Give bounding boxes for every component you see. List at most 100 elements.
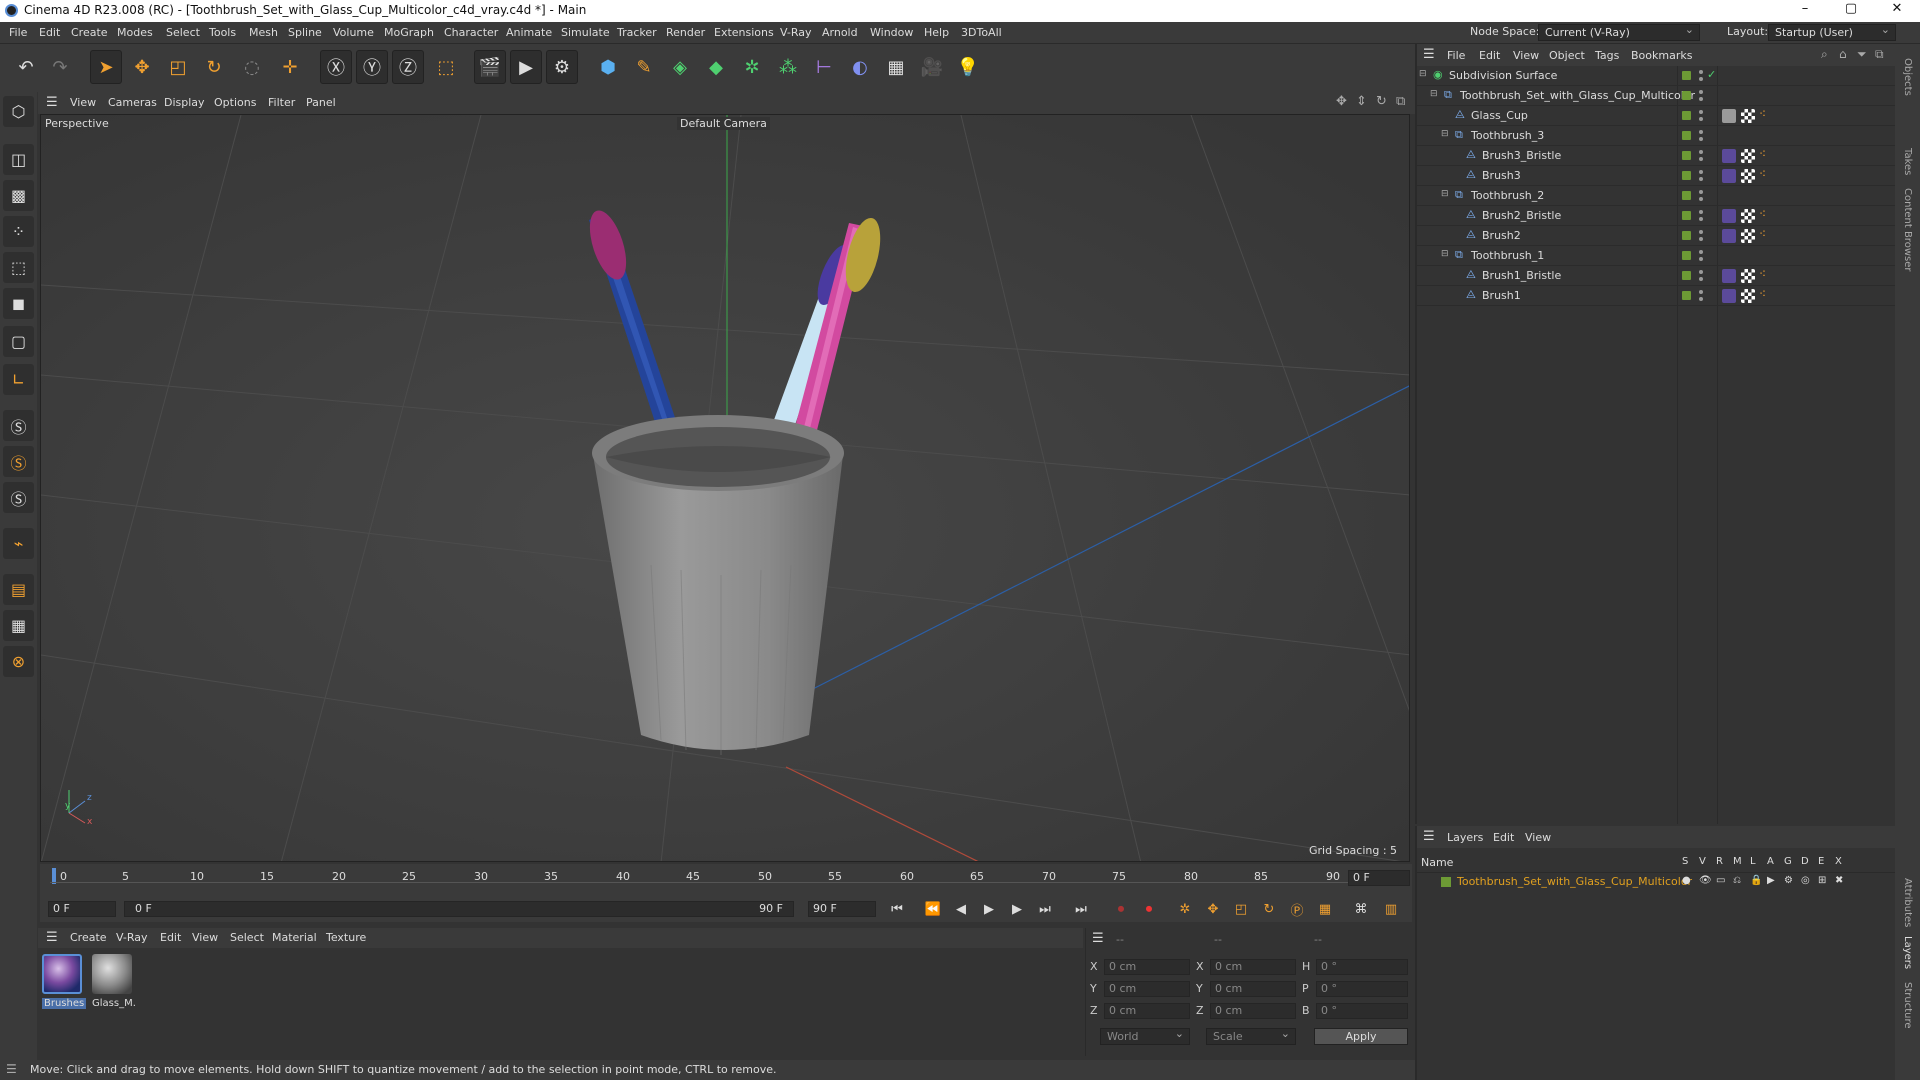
close-button[interactable]: ✕ xyxy=(1874,1,1920,21)
menu-spline[interactable]: Spline xyxy=(288,26,322,39)
next-frame-icon[interactable]: ▶ xyxy=(1006,898,1028,920)
pen-spline-icon[interactable]: ✎ xyxy=(628,50,660,84)
menu-arnold[interactable]: Arnold xyxy=(822,26,858,39)
om-home-icon[interactable]: ⌂ xyxy=(1839,47,1847,61)
om-menu-tags[interactable]: Tags xyxy=(1595,49,1619,62)
coord-pos-x-field[interactable]: 0 cm xyxy=(1104,959,1190,975)
layer-column-a[interactable]: A xyxy=(1767,856,1774,867)
editor-visibility-dot[interactable] xyxy=(1699,290,1703,294)
editor-visibility-dot[interactable] xyxy=(1699,210,1703,214)
key-position-icon[interactable]: ✥ xyxy=(1202,898,1224,920)
menu-tools[interactable]: Tools xyxy=(209,26,236,39)
editor-visibility-dot[interactable] xyxy=(1699,270,1703,274)
object-row[interactable]: ⨺ Brush1 ⁖ xyxy=(1417,286,1897,306)
editor-visibility-dot[interactable] xyxy=(1699,150,1703,154)
cloner-icon[interactable]: ✲ xyxy=(736,50,768,84)
object-row[interactable]: ⊟ ◉ Subdivision Surface ✓ xyxy=(1417,66,1897,86)
material-tag-icon[interactable] xyxy=(1722,169,1736,183)
menu-mesh[interactable]: Mesh xyxy=(249,26,278,39)
object-name[interactable]: Brush1_Bristle xyxy=(1482,269,1561,282)
expand-toggle-icon[interactable]: ⊟ xyxy=(1441,249,1449,259)
axis-z-icon[interactable]: Ⓩ xyxy=(392,50,424,84)
generators-icon[interactable]: ⚙ xyxy=(1784,875,1793,886)
layer-color-swatch[interactable] xyxy=(1441,877,1451,887)
selection-tag-icon[interactable]: ⁖ xyxy=(1759,287,1766,301)
subdivision-icon[interactable]: ◈ xyxy=(664,50,696,84)
axis-y-icon[interactable]: Ⓨ xyxy=(356,50,388,84)
layer-column-d[interactable]: D xyxy=(1801,856,1809,867)
material-glass[interactable] xyxy=(92,954,132,994)
viewport-menu-cameras[interactable]: Cameras xyxy=(108,96,157,109)
expand-toggle-icon[interactable]: ⊟ xyxy=(1419,69,1427,79)
uvw-tag-icon[interactable] xyxy=(1741,109,1755,123)
layer-column-s[interactable]: S xyxy=(1682,856,1688,867)
menu-modes[interactable]: Modes xyxy=(117,26,153,39)
make-editable-icon[interactable]: ⬡ xyxy=(3,96,34,127)
om-menu-view[interactable]: View xyxy=(1513,49,1539,62)
object-name[interactable]: Subdivision Surface xyxy=(1449,69,1557,82)
editor-visibility-dot[interactable] xyxy=(1699,70,1703,74)
camera-icon[interactable]: 🎥 xyxy=(916,50,948,84)
object-row[interactable]: ⊟ ⧉ Toothbrush_Set_with_Glass_Cup_Multicol… xyxy=(1417,86,1897,106)
redo-icon[interactable]: ↷ xyxy=(44,50,76,84)
layer-name[interactable]: Toothbrush_Set_with_Glass_Cup_Multicolor xyxy=(1457,875,1692,888)
motion-icon[interactable]: ⌘ xyxy=(1350,898,1372,920)
uvw-tag-icon[interactable] xyxy=(1741,289,1755,303)
coord-rot-p-field[interactable]: 0 ° xyxy=(1316,981,1408,997)
mat-menu-create[interactable]: Create xyxy=(70,931,107,944)
layer-column-l[interactable]: L xyxy=(1750,856,1756,867)
object-row[interactable]: ⨺ Brush3_Bristle ⁖ xyxy=(1417,146,1897,166)
om-new-window-icon[interactable]: ⧉ xyxy=(1875,47,1884,62)
material-tag-icon[interactable] xyxy=(1722,269,1736,283)
object-row[interactable]: ⊟ ⧉ Toothbrush_1 xyxy=(1417,246,1897,266)
object-name[interactable]: Toothbrush_Set_with_Glass_Cup_Multicolor xyxy=(1460,89,1695,102)
extrude-icon[interactable]: ◆ xyxy=(700,50,732,84)
menu-edit[interactable]: Edit xyxy=(39,26,60,39)
render-visibility-dot[interactable] xyxy=(1699,157,1703,161)
coord-pos-y-field[interactable]: 0 cm xyxy=(1104,981,1190,997)
mat-menu-view[interactable]: View xyxy=(192,931,218,944)
object-name[interactable]: Brush1 xyxy=(1482,289,1521,302)
camera-label[interactable]: Default Camera xyxy=(677,117,770,130)
object-row[interactable]: ⊟ ⧉ Toothbrush_3 xyxy=(1417,126,1897,146)
end-frame-field[interactable]: 90 F xyxy=(808,901,876,917)
render-region-icon[interactable]: 🎬 xyxy=(474,50,506,84)
autokey-icon[interactable]: ⏺ xyxy=(1138,898,1160,920)
material-tag-icon[interactable] xyxy=(1722,289,1736,303)
render-visibility-dot[interactable] xyxy=(1699,217,1703,221)
maximize-button[interactable]: ▢ xyxy=(1828,1,1874,21)
object-name[interactable]: Toothbrush_2 xyxy=(1471,189,1544,202)
menu-vray[interactable]: V-Ray xyxy=(780,26,812,39)
transform-icon[interactable]: ✛ xyxy=(274,50,306,84)
material-brushes[interactable] xyxy=(42,954,82,994)
coord-size-z-field[interactable]: 0 cm xyxy=(1210,1003,1296,1019)
snap-icon[interactable]: Ⓢ xyxy=(3,410,34,441)
object-row[interactable]: ⨺ Brush2_Bristle ⁖ xyxy=(1417,206,1897,226)
layer-color-dot[interactable] xyxy=(1682,271,1691,280)
editor-visibility-dot[interactable] xyxy=(1699,230,1703,234)
coord-rot-h-field[interactable]: 0 ° xyxy=(1316,959,1408,975)
uv-mode-icon[interactable]: ▢ xyxy=(3,326,34,357)
current-frame-field[interactable]: 0 F xyxy=(1348,870,1410,886)
menu-3dtoall[interactable]: 3DToAll xyxy=(961,26,1002,39)
viewport-move-icon[interactable]: ✥ xyxy=(1336,94,1347,109)
layer-color-dot[interactable] xyxy=(1682,251,1691,260)
prev-key-icon[interactable]: ⏪ xyxy=(922,898,944,920)
lm-hamburger-icon[interactable]: ☰ xyxy=(1423,829,1435,844)
solo-icon[interactable]: ● xyxy=(1682,875,1691,886)
selection-tag-icon[interactable]: ⁖ xyxy=(1759,207,1766,221)
selection-tag-icon[interactable]: ⁖ xyxy=(1759,267,1766,281)
coordinate-system-icon[interactable]: ⬚ xyxy=(430,50,462,84)
layer-column-r[interactable]: R xyxy=(1716,856,1723,867)
prev-frame-icon[interactable]: ◀ xyxy=(950,898,972,920)
viewport-menu-panel[interactable]: Panel xyxy=(306,96,336,109)
snap-settings-icon[interactable]: Ⓢ xyxy=(3,446,34,477)
menu-animate[interactable]: Animate xyxy=(506,26,552,39)
light-icon[interactable]: 💡 xyxy=(952,50,984,84)
start-frame-field[interactable]: 0 F xyxy=(48,901,116,917)
editor-visibility-dot[interactable] xyxy=(1699,170,1703,174)
menu-select[interactable]: Select xyxy=(166,26,200,39)
select-tool-icon[interactable]: ➤ xyxy=(90,50,122,84)
layer-color-dot[interactable] xyxy=(1682,211,1691,220)
tab-takes[interactable]: Takes xyxy=(1902,148,1913,175)
